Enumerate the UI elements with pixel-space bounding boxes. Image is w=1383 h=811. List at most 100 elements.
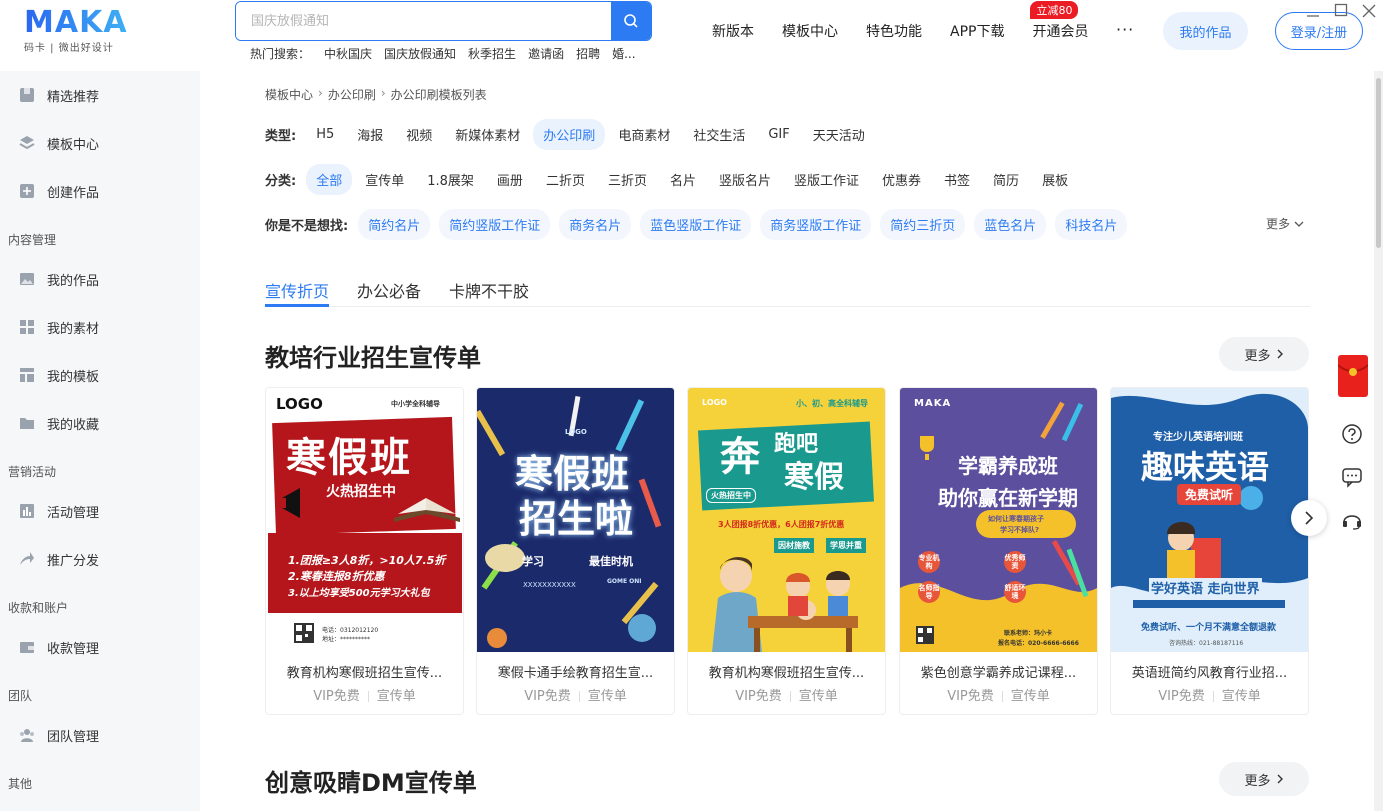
suggest-tag[interactable]: 蓝色名片	[974, 209, 1047, 240]
category-chip[interactable]: 三折页	[598, 164, 657, 195]
section-title: 创意吸睛DM宣传单	[265, 769, 477, 797]
nav-vip[interactable]: 开通会员 立减80	[1030, 1, 1089, 41]
breadcrumb-item[interactable]: 办公印刷	[328, 86, 376, 103]
nav-vip-label: 开通会员	[1032, 24, 1089, 40]
help-icon[interactable]	[1335, 417, 1369, 451]
template-card[interactable]: LOGO 寒假班 招生啦 学习 最佳时机 XXXXXXXXXXX GOME ON…	[476, 387, 675, 715]
category-chip[interactable]: 简历	[983, 164, 1029, 195]
template-icon	[19, 367, 35, 383]
sidebar-item-payments[interactable]: 收款管理	[0, 623, 200, 671]
poster-bubble-text: 如何让寒春期孩子	[988, 515, 1044, 523]
minimize-icon[interactable]	[1306, 5, 1320, 19]
poster-feature: 名师指导	[918, 581, 940, 603]
category-chip[interactable]: 优惠券	[872, 164, 931, 195]
card-category: 宣传单	[1221, 689, 1261, 704]
page-scrollbar-thumb[interactable]	[1376, 78, 1381, 248]
suggest-tag[interactable]: 商务竖版工作证	[760, 209, 872, 240]
sidebar-item-team[interactable]: 团队管理	[0, 711, 200, 759]
template-card[interactable]: MAKA 学霸养成班 助你赢在新学期 如何让寒春期孩子 学习不掉队? 专业机构 …	[899, 387, 1098, 715]
sidebar-item-label: 精选推荐	[47, 89, 100, 105]
poster-bottom-text: 最佳时机	[589, 555, 633, 568]
hot-search-item[interactable]: 秋季招生	[468, 45, 516, 62]
category-chip[interactable]: 展板	[1032, 164, 1078, 195]
category-chip[interactable]: 书签	[934, 164, 980, 195]
type-chip[interactable]: GIF	[758, 121, 799, 148]
type-chip-active[interactable]: 办公印刷	[533, 119, 606, 150]
category-chip-active[interactable]: 全部	[306, 164, 353, 195]
poster-logo: LOGO	[276, 395, 323, 413]
poster-bottom-text: GOME ONI	[607, 578, 642, 585]
more-label: 更多	[1244, 773, 1271, 789]
sidebar-item-template-center[interactable]: 模板中心	[0, 119, 200, 167]
nav-template-center[interactable]: 模板中心	[782, 21, 838, 41]
nav-features[interactable]: 特色功能	[866, 21, 922, 41]
sidebar-item-activities[interactable]: 活动管理	[0, 487, 200, 535]
category-chip[interactable]: 竖版名片	[709, 164, 781, 195]
template-card[interactable]: LOGO 中小学全科辅导 寒假班 火热招生中 1.团报≥3人8折，>10人7.5…	[265, 387, 464, 715]
type-chip[interactable]: 视频	[396, 119, 442, 150]
card-vip-label: VIP免费	[947, 689, 994, 704]
category-chip[interactable]: 宣传单	[355, 164, 414, 195]
type-chip[interactable]: H5	[306, 121, 344, 148]
sidebar-item-my-materials[interactable]: 我的素材	[0, 303, 200, 351]
poster-badge: 火热招生中	[706, 488, 756, 503]
suggest-more-link[interactable]: 更多	[1266, 215, 1304, 232]
search-input[interactable]	[236, 2, 612, 40]
hot-search-item[interactable]: 邀请函	[528, 45, 564, 62]
card-vip-label: VIP免费	[735, 689, 782, 704]
sidebar-item-featured[interactable]: 精选推荐	[0, 71, 200, 119]
card-category: 宣传单	[1010, 689, 1050, 704]
chevron-right-icon	[1305, 511, 1314, 525]
feedback-icon[interactable]	[1335, 460, 1369, 494]
hot-search-item[interactable]: 中秋国庆	[324, 45, 372, 62]
sidebar-item-my-works[interactable]: 我的作品	[0, 255, 200, 303]
breadcrumb-item[interactable]: 模板中心	[265, 86, 313, 103]
close-icon[interactable]	[1361, 3, 1377, 19]
suggest-tag[interactable]: 简约三折页	[880, 209, 966, 240]
suggest-tag[interactable]: 商务名片	[559, 209, 632, 240]
category-chip[interactable]: 画册	[487, 164, 533, 195]
customer-service-icon[interactable]	[1335, 503, 1369, 537]
sidebar-section-other: 其他	[8, 777, 33, 791]
category-chip[interactable]: 1.8展架	[417, 164, 484, 195]
sidebar-item-label: 我的模板	[47, 369, 100, 385]
category-chip[interactable]: 竖版工作证	[784, 164, 869, 195]
type-chip[interactable]: 天天活动	[803, 119, 875, 150]
suggest-tag[interactable]: 简约竖版工作证	[439, 209, 551, 240]
sidebar-item-my-templates[interactable]: 我的模板	[0, 351, 200, 399]
poster-bottom-text: XXXXXXXXXXX	[523, 581, 576, 589]
section-more-button[interactable]: 更多	[1219, 762, 1309, 796]
meta-divider	[1001, 691, 1003, 702]
template-card[interactable]: LOGO 小、初、高全科辅导 奔 跑吧 寒假 火热招生中 3人团报8折优惠，6人…	[687, 387, 886, 715]
maka-logo[interactable]: MAKA 码卡 | 微出好设计	[24, 8, 128, 55]
sidebar-item-label: 推广分发	[47, 553, 100, 569]
my-works-button[interactable]: 我的作品	[1163, 12, 1248, 50]
hot-search-item[interactable]: 招聘	[576, 45, 600, 62]
type-chip[interactable]: 电商素材	[608, 119, 680, 150]
image-icon	[19, 271, 35, 287]
hot-search-item[interactable]: 婚...	[612, 45, 635, 62]
suggest-tag[interactable]: 简约名片	[358, 209, 431, 240]
sidebar-item-create[interactable]: 创建作品	[0, 167, 200, 215]
more-menu-icon[interactable]: ···	[1116, 20, 1134, 39]
nav-new-version[interactable]: 新版本	[712, 21, 754, 41]
category-filter-row: 分类: 全部 宣传单 1.8展架 画册 二折页 三折页 名片 竖版名片 竖版工作…	[265, 164, 1081, 195]
sidebar-item-promotion[interactable]: 推广分发	[0, 535, 200, 583]
type-chip[interactable]: 新媒体素材	[445, 119, 530, 150]
hot-search-item[interactable]: 国庆放假通知	[384, 45, 456, 62]
red-envelope-icon[interactable]	[1337, 355, 1369, 397]
suggest-tag[interactable]: 蓝色竖版工作证	[640, 209, 752, 240]
suggest-tag[interactable]: 科技名片	[1055, 209, 1128, 240]
category-chip[interactable]: 二折页	[536, 164, 595, 195]
poster-subtitle: 火热招生中	[326, 484, 396, 500]
type-chip[interactable]: 社交生活	[683, 119, 755, 150]
sidebar-item-favorites[interactable]: 我的收藏	[0, 399, 200, 447]
search-button[interactable]	[611, 2, 651, 40]
section-more-button[interactable]: 更多	[1219, 337, 1309, 371]
maximize-icon[interactable]	[1334, 3, 1348, 17]
type-chip[interactable]: 海报	[347, 119, 393, 150]
carousel-next-button[interactable]	[1291, 500, 1327, 536]
nav-app-download[interactable]: APP下载	[950, 21, 1004, 41]
category-chip[interactable]: 名片	[660, 164, 706, 195]
template-card[interactable]: 专注少儿英语培训班 趣味英语 免费试听 学好英语 走向世界 免费试听、一个月不满…	[1110, 387, 1309, 715]
